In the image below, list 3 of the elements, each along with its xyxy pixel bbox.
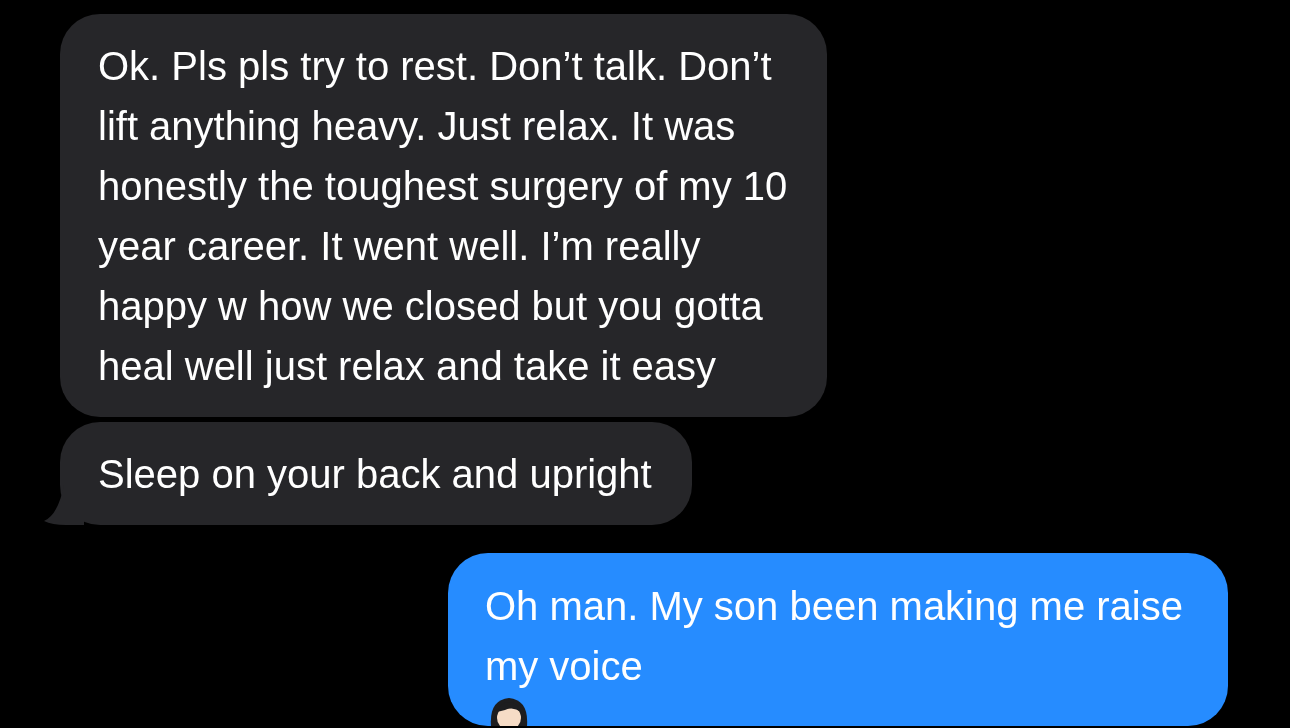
message-text: Ok. Pls pls try to rest. Don’t talk. Don’t lift anything heavy. Just relax. It was honestly the toughest surgery of my 10 year career. It went well. I’m really happy w how we closed but you gotta heal well just relax and take it easy <box>98 43 788 390</box>
message-text: Sleep on your back and upright <box>98 451 652 498</box>
message-text: Oh man. My son been making me raise my voice <box>484 583 1183 690</box>
